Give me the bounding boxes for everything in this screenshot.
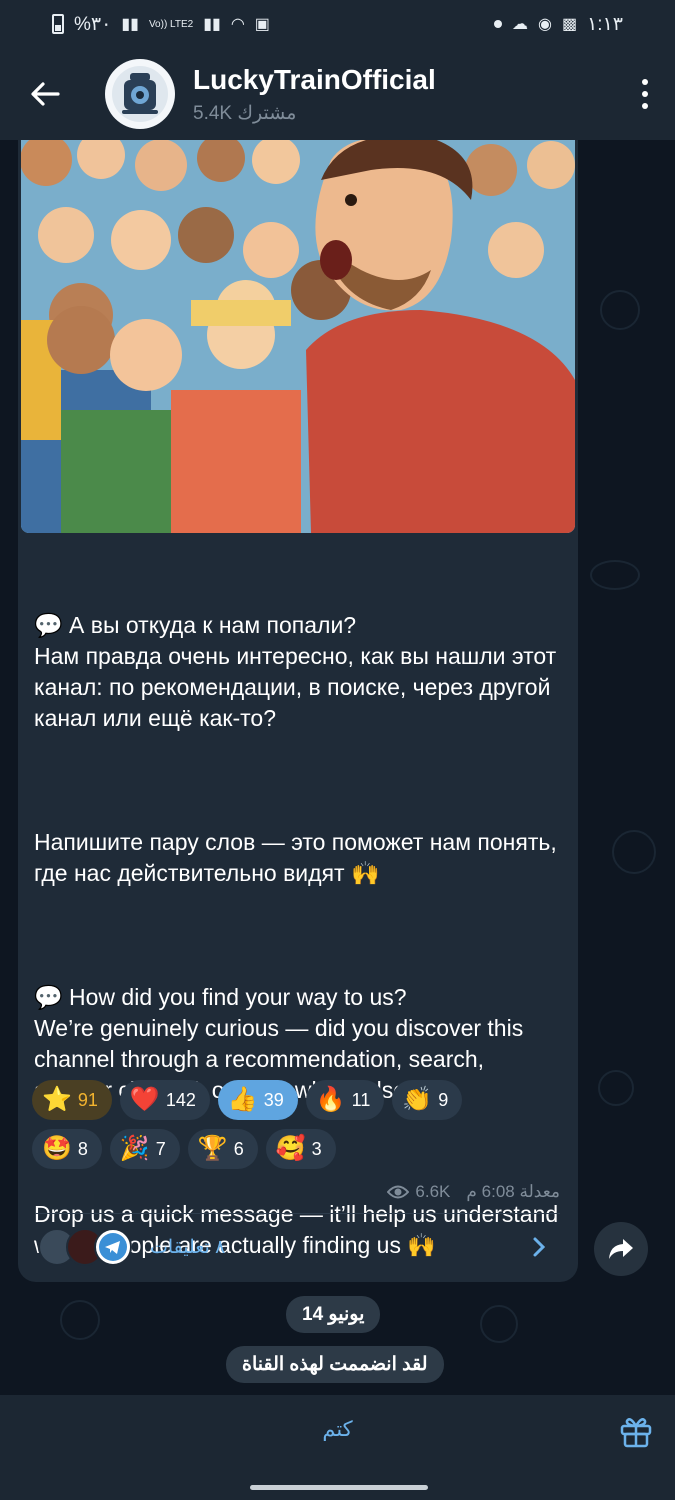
signal-icon: ▮▮ [121, 16, 139, 33]
reaction-count: 11 [351, 1089, 371, 1110]
reactions: ⭐ 91 ❤️ 142 👍 39 🔥 11 👏 9 🤩 8 🎉 7 🏆 6 🥰 … [32, 1080, 572, 1178]
reaction-count: 142 [165, 1089, 196, 1110]
commenter-avatar [94, 1228, 132, 1266]
status-right: ☁ ◉ ▩ ١:١٣ [494, 13, 623, 36]
channel-title: LuckyTrainOfficial [193, 63, 436, 95]
party-popper-icon: 🎉 [119, 1135, 150, 1162]
crowd-illustration [21, 140, 575, 533]
gift-icon [620, 1418, 652, 1448]
header-text[interactable]: LuckyTrainOfficial 5.4K مشترك [193, 64, 615, 125]
channel-post[interactable]: 💬 А вы откуда к нам попали? Нам правда о… [18, 140, 578, 1282]
lock-icon: ▣ [254, 16, 270, 33]
reaction-count: 7 [155, 1138, 166, 1159]
train-logo-icon [112, 66, 168, 122]
status-bar: %٣٠ ▮▮ Vo)) LTE2 ▮▮ ◠ ▣ ☁ ◉ ▩ ١:١٣ [0, 0, 675, 48]
comments-label: ٨ تعليقات [150, 1236, 226, 1258]
reaction-trophy[interactable]: 🏆 6 [187, 1129, 258, 1169]
more-menu-button[interactable] [615, 48, 675, 140]
status-time: ١:١٣ [587, 13, 623, 35]
view-count: 6.6K [415, 1182, 451, 1201]
post-meta: 6.6K معدلة 6:08 م [387, 1182, 560, 1202]
status-left: %٣٠ ▮▮ Vo)) LTE2 ▮▮ ◠ ▣ [52, 13, 270, 36]
network-label: Vo)) LTE2 [148, 18, 194, 30]
battery-icon [52, 14, 64, 34]
post-text-ru-paragraph-1: 💬 А вы откуда к нам попали? Нам правда о… [34, 612, 557, 731]
reactions-row-1: ⭐ 91 ❤️ 142 👍 39 🔥 11 👏 9 [32, 1080, 572, 1120]
channel-avatar[interactable] [105, 59, 175, 129]
wallpaper-doodle [60, 1300, 100, 1340]
chat-area[interactable]: 💬 А вы откуда к нам попали? Нам правда о… [0, 140, 675, 1395]
menu-dot-icon [642, 103, 648, 109]
reaction-count: 8 [77, 1138, 88, 1159]
reaction-star-struck[interactable]: 🤩 8 [32, 1129, 102, 1169]
post-text-ru-paragraph-2: Напишите пару слов — это поможет нам пон… [34, 829, 564, 886]
wallpaper-doodle [480, 1305, 518, 1343]
menu-dot-icon [642, 79, 648, 85]
chevron-right-icon [533, 1237, 546, 1257]
reactions-row-2: 🤩 8 🎉 7 🏆 6 🥰 3 [32, 1129, 572, 1169]
back-arrow-icon [31, 82, 60, 106]
reaction-count: 91 [77, 1089, 98, 1110]
smiling-hearts-icon: 🥰 [275, 1135, 306, 1162]
wifi-icon: ◠ [230, 16, 245, 33]
reaction-fire[interactable]: 🔥 11 [305, 1080, 385, 1120]
post-image[interactable] [21, 140, 575, 533]
telegram-icon [99, 1233, 127, 1261]
bottom-bar: كتم [0, 1395, 675, 1500]
gallery-icon: ▩ [561, 16, 578, 33]
mute-button[interactable]: كتم [0, 1417, 675, 1442]
battery-percent: %٣٠ [74, 13, 112, 35]
reaction-count: 9 [438, 1089, 449, 1110]
wallpaper-doodle [590, 560, 640, 590]
thumbs-up-icon: 👍 [227, 1086, 258, 1113]
reaction-star[interactable]: ⭐ 91 [32, 1080, 112, 1120]
reaction-heart[interactable]: ❤️ 142 [119, 1080, 210, 1120]
share-button[interactable] [594, 1222, 648, 1276]
comments-divider [36, 1213, 560, 1214]
reaction-clap[interactable]: 👏 9 [392, 1080, 463, 1120]
signal-icon-2: ▮▮ [203, 16, 221, 33]
star-struck-icon: 🤩 [42, 1135, 72, 1162]
reaction-thumbs-up[interactable]: 👍 39 [217, 1080, 298, 1120]
fire-icon: 🔥 [315, 1086, 346, 1113]
post-time: معدلة 6:08 م [466, 1182, 560, 1201]
wallpaper-doodle [600, 290, 640, 330]
heart-icon: ❤️ [129, 1086, 160, 1113]
service-message: لقد انضممت لهذه القناة [226, 1346, 444, 1383]
home-indicator[interactable] [250, 1485, 428, 1490]
menu-dot-icon [642, 91, 648, 97]
clap-icon: 👏 [402, 1086, 433, 1113]
date-separator: 14 يونيو [286, 1296, 381, 1333]
reaction-party[interactable]: 🎉 7 [109, 1129, 180, 1169]
star-icon: ⭐ [42, 1086, 72, 1113]
reaction-count: 39 [263, 1089, 284, 1110]
reaction-count: 3 [311, 1138, 322, 1159]
gift-button[interactable] [618, 1413, 658, 1453]
back-button[interactable] [0, 48, 90, 140]
comments-button[interactable]: ٨ تعليقات [38, 1222, 560, 1272]
app-notification-icon: ◉ [538, 16, 552, 33]
commenter-avatars [38, 1228, 132, 1266]
reaction-count: 6 [233, 1138, 244, 1159]
cloud-icon: ☁ [512, 16, 528, 33]
wallpaper-doodle [598, 1070, 634, 1106]
wallpaper-doodle [612, 830, 656, 874]
subscriber-count: 5.4K مشترك [193, 102, 297, 124]
share-arrow-icon [609, 1239, 633, 1259]
channel-header: LuckyTrainOfficial 5.4K مشترك [0, 48, 675, 140]
reaction-smiling-hearts[interactable]: 🥰 3 [265, 1129, 336, 1169]
notification-dot-icon [494, 20, 502, 28]
eye-icon [387, 1185, 410, 1199]
trophy-icon: 🏆 [197, 1135, 228, 1162]
